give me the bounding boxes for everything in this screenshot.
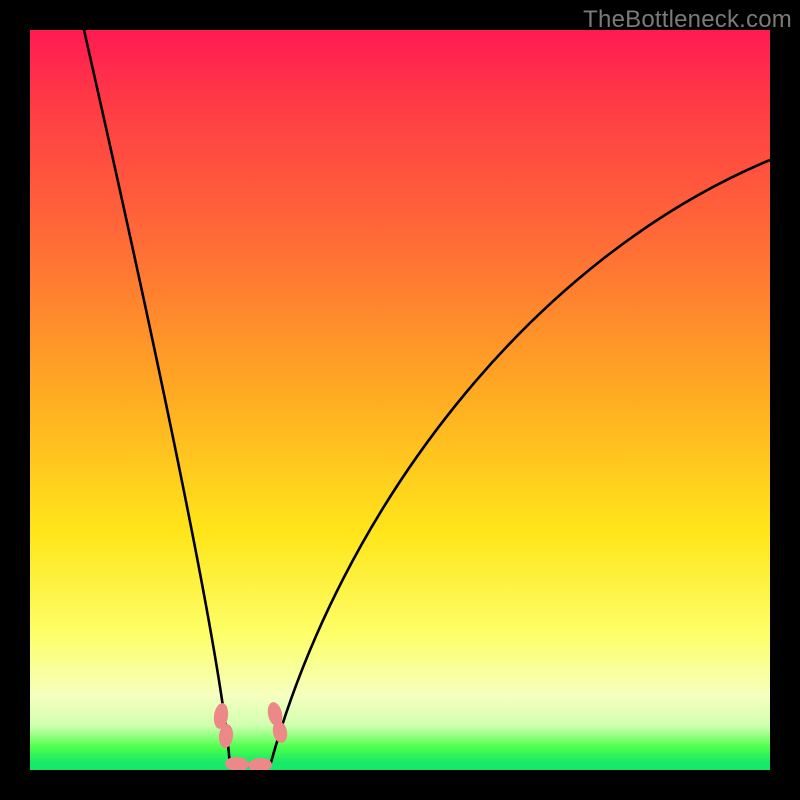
curve-markers	[212, 701, 289, 770]
curve-right	[270, 160, 770, 766]
curve-left	[84, 30, 230, 766]
marker-dot	[248, 757, 273, 770]
bottleneck-curve	[30, 30, 770, 770]
watermark-text: TheBottleneck.com	[583, 6, 792, 34]
chart-frame	[30, 30, 770, 770]
